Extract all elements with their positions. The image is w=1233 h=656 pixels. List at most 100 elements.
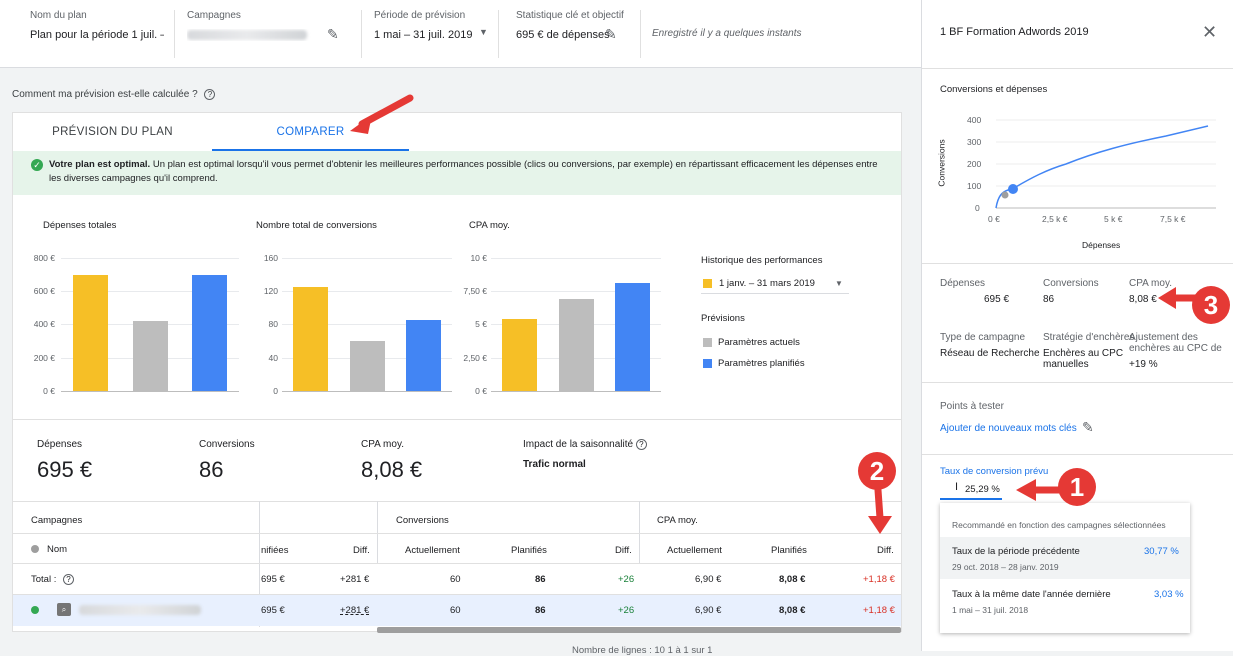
cell-conv-diff: +26 — [618, 574, 634, 585]
x-tick: 0 € — [988, 214, 1000, 224]
annotation-badge-3: 3 — [1192, 286, 1230, 324]
planned-point — [1008, 184, 1018, 194]
period-value[interactable]: 1 mai – 31 juil. 2019 — [374, 29, 472, 41]
rate-value: 25,29 % — [965, 484, 1000, 495]
season-help-icon[interactable]: ? — [636, 439, 647, 450]
rate-recommendations-menu: Recommandé en fonction des campagnes sél… — [940, 503, 1190, 633]
planned-swatch — [703, 359, 712, 368]
add-keywords-link[interactable]: Ajouter de nouveaux mots clés — [940, 423, 1077, 434]
plan-name-label: Nom du plan — [30, 10, 164, 21]
cell-conv-planned: 86 — [535, 605, 546, 616]
tick: 0 € — [447, 386, 487, 396]
campaigns-field[interactable]: Campagnes ✎ — [177, 10, 362, 58]
campaign-table: Campagnes Conversions CPA moy. Nom nifié… — [13, 501, 901, 633]
stat-value[interactable]: 695 € de dépenses — [516, 29, 610, 41]
annotation-badge-2: 2 — [858, 452, 896, 490]
cell-cpa-diff: +1,18 € — [863, 605, 895, 616]
optimal-banner: ✓ Votre plan est optimal. Un plan est op… — [13, 151, 901, 195]
x-axis-label: Dépenses — [1082, 240, 1120, 250]
table-row[interactable]: ⌕ 695 € +281 € 60 86 +26 6,90 € 8,08 € +… — [13, 595, 901, 626]
period-field[interactable]: Période de prévision 1 mai – 31 juil. 20… — [364, 10, 499, 58]
tick: 160 — [238, 253, 278, 263]
y-tick: 100 — [967, 181, 981, 191]
cell-conv-current: 60 — [450, 605, 461, 616]
annotation-arrow-diff — [864, 488, 894, 536]
campaign-name-blurred[interactable] — [79, 605, 201, 615]
help-icon[interactable]: ? — [204, 89, 215, 100]
rec2-value: 3,03 % — [1154, 589, 1184, 600]
rec2-title: Taux à la même date l'année dernière — [952, 589, 1111, 600]
cell-spend-diff[interactable]: +281 € — [340, 605, 369, 616]
col-cpa-planned[interactable]: Planifiés — [771, 545, 807, 556]
bar-current — [559, 299, 594, 391]
tick: 40 — [238, 353, 278, 363]
current-point — [1002, 192, 1009, 199]
saved-status: Enregistré il y a quelques instants — [652, 28, 802, 39]
tick: 0 — [238, 386, 278, 396]
panel-conv-value: 86 — [1043, 294, 1054, 305]
kpi-season-value: Trafic normal — [523, 459, 586, 470]
period-dropdown-icon[interactable]: ▼ — [479, 29, 488, 37]
bar-planned — [615, 283, 650, 391]
bar-current — [350, 341, 385, 391]
col-cpa-current[interactable]: Actuellement — [667, 545, 722, 556]
search-campaign-icon: ⌕ — [57, 603, 71, 616]
annotation-arrow-compare — [340, 92, 420, 138]
cell-conv-planned: 86 — [535, 574, 546, 585]
rec2-range: 1 mai – 31 juil. 2018 — [952, 605, 1028, 615]
how-calculated-text[interactable]: Comment ma prévision est-elle calculée ?… — [12, 89, 215, 100]
col-conv-planned[interactable]: Planifiés — [511, 545, 547, 556]
total-help-icon[interactable]: ? — [63, 574, 74, 585]
history-range-select[interactable]: 1 janv. – 31 mars 2019 ▼ — [701, 276, 849, 294]
col-spend-diff[interactable]: Diff. — [353, 545, 370, 556]
col-conv-diff[interactable]: Diff. — [615, 545, 632, 556]
chart-conversions: 160 120 80 40 0 — [226, 253, 456, 403]
col-divider — [377, 501, 378, 563]
panel-type-label: Type de campagne — [940, 332, 1025, 343]
group-campaigns: Campagnes — [31, 515, 82, 526]
conversion-rate-input[interactable]: I 25,29 % — [940, 480, 1002, 500]
cell-cpa-current: 6,90 € — [695, 574, 721, 585]
baseline — [491, 391, 661, 392]
x-tick: 7,5 k € — [1160, 214, 1186, 224]
panel-title: 1 BF Formation Adwords 2019 — [940, 26, 1089, 38]
campaigns-value-blurred — [187, 30, 307, 40]
cell-spend-diff: +281 € — [340, 574, 369, 585]
chart-cpa: 10 € 7,50 € 5 € 2,50 € 0 € — [439, 253, 669, 403]
campaign-side-panel: 1 BF Formation Adwords 2019 ✕ Conversion… — [921, 0, 1233, 651]
chart-cpa-bars — [491, 258, 661, 391]
plan-name-field[interactable]: Nom du plan Plan pour la période 1 juil.… — [20, 10, 175, 58]
tick: 400 € — [15, 319, 55, 329]
col-divider — [639, 501, 640, 563]
kpi-spend-label: Dépenses — [37, 439, 82, 450]
edit-keywords-pencil-icon[interactable]: ✎ — [1082, 419, 1094, 436]
tick: 200 € — [15, 353, 55, 363]
horizontal-scrollbar[interactable] — [377, 627, 901, 633]
baseline — [282, 391, 452, 392]
chart-spend: 800 € 600 € 400 € 200 € 0 € — [13, 253, 253, 403]
col-spend-planned[interactable]: nifiées — [261, 545, 288, 556]
edit-campaigns-pencil-icon[interactable]: ✎ — [327, 29, 339, 41]
current-swatch — [703, 338, 712, 347]
tab-plan-forecast[interactable]: PRÉVISION DU PLAN — [13, 113, 212, 151]
rec-option-last-year[interactable]: Taux à la même date l'année dernière 3,0… — [940, 581, 1190, 623]
tick: 800 € — [15, 253, 55, 263]
chart-spend-bars — [61, 258, 239, 391]
col-cpa-diff[interactable]: Diff. — [877, 545, 894, 556]
x-tick: 5 k € — [1104, 214, 1122, 224]
plan-name-value[interactable]: Plan pour la période 1 juil. – 30 — [30, 29, 164, 41]
baseline — [61, 391, 239, 392]
panel-strategy-label: Stratégie d'enchères — [1043, 332, 1134, 343]
kpi-conv-label: Conversions — [199, 439, 255, 450]
stat-field[interactable]: Statistique clé et objectif 695 € de dép… — [506, 10, 641, 58]
cursor-icon: I — [955, 481, 958, 493]
edit-stat-pencil-icon[interactable]: ✎ — [605, 29, 617, 41]
y-tick: 0 — [975, 203, 980, 213]
history-dropdown-icon[interactable]: ▼ — [835, 279, 843, 288]
close-icon[interactable]: ✕ — [1202, 22, 1217, 43]
rec-option-previous-period[interactable]: Taux de la période précédente 30,77 % 29… — [940, 537, 1190, 579]
col-name[interactable]: Nom — [31, 544, 67, 555]
history-swatch — [703, 279, 712, 288]
bar-current — [133, 321, 168, 391]
col-conv-current[interactable]: Actuellement — [405, 545, 460, 556]
